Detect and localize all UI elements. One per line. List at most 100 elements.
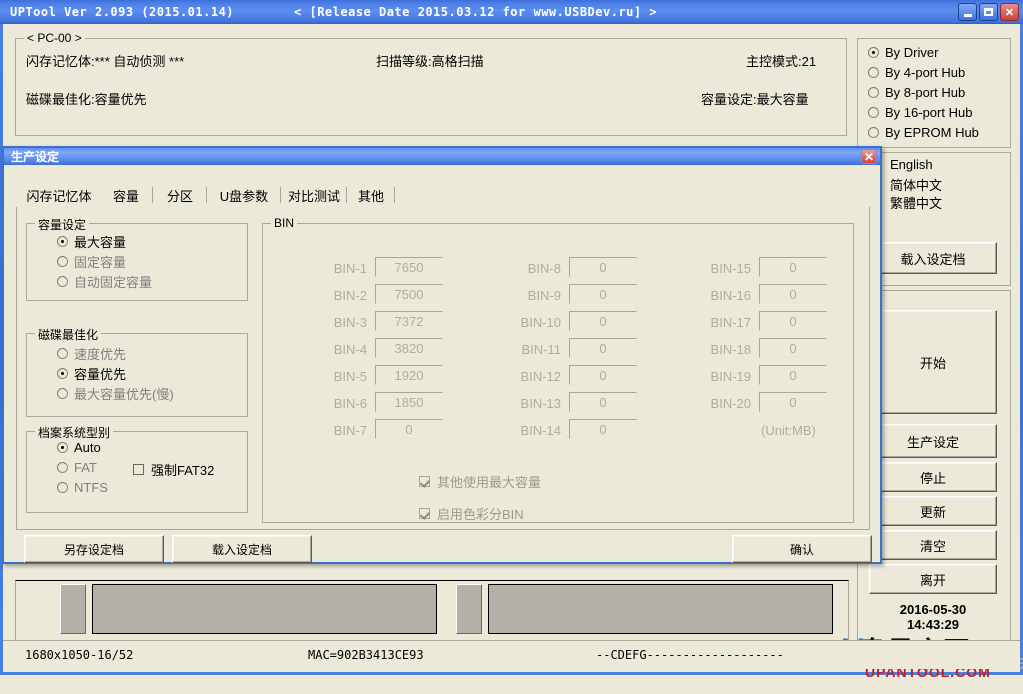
device-port-indicator	[456, 584, 482, 634]
radio-dot-icon	[57, 348, 68, 359]
capacity-setting-group: 容量设定 最大容量 固定容量 自动固定容量	[26, 223, 248, 301]
bin-label: BIN-3	[315, 315, 367, 330]
checkbox-icon	[419, 508, 430, 519]
radio-capacity-priority[interactable]: 容量优先	[57, 364, 126, 383]
bin-label: BIN-19	[693, 369, 751, 384]
dialog-close-button[interactable]: ✕	[861, 149, 877, 164]
capacity-group-legend: 容量设定	[35, 216, 89, 233]
radio-label: By Driver	[885, 45, 938, 60]
checkbox-label: 强制FAT32	[151, 460, 214, 479]
radio-by-driver[interactable]: By Driver	[868, 45, 938, 60]
radio-dot-icon	[868, 47, 879, 58]
radio-fs-ntfs[interactable]: NTFS	[57, 480, 108, 495]
tab-other[interactable]: 其他	[350, 185, 392, 206]
tab-separator	[280, 187, 281, 203]
bin-label: BIN-18	[693, 342, 751, 357]
confirm-button[interactable]: 确认	[732, 535, 872, 563]
bin-value-field[interactable]: 0	[569, 257, 637, 277]
capacity-setting-label: 容量设定:最大容量	[701, 89, 809, 108]
clear-button[interactable]: 清空	[869, 530, 997, 560]
bin-value-field[interactable]: 0	[569, 311, 637, 331]
bin-value-field[interactable]: 3820	[375, 338, 443, 358]
tab-udisk-params[interactable]: U盘参数	[210, 185, 278, 206]
radio-max-capacity[interactable]: 最大容量	[57, 232, 126, 251]
status-mac: MAC=902B3413CE93	[308, 648, 424, 662]
bin-value-field[interactable]: 0	[759, 311, 827, 331]
language-option-simplified-chinese[interactable]: 简体中文	[890, 175, 942, 194]
radio-by-eprom-hub[interactable]: By EPROM Hub	[868, 125, 979, 140]
bin-value-field[interactable]: 7500	[375, 284, 443, 304]
bin-label: BIN-20	[693, 396, 751, 411]
bin-value-field[interactable]: 0	[759, 284, 827, 304]
radio-label: By 4-port Hub	[885, 65, 965, 80]
bin-group: BIN BIN-1 7650 BIN-2 7500 BIN-3 7372 BIN…	[262, 223, 854, 523]
bin-value-field[interactable]: 1920	[375, 365, 443, 385]
bin-label: BIN-17	[693, 315, 751, 330]
close-button[interactable]: ✕	[1000, 3, 1019, 21]
radio-by-16-port-hub[interactable]: By 16-port Hub	[868, 105, 972, 120]
tab-flash-memory[interactable]: 闪存记忆体	[16, 185, 102, 206]
bin-label: BIN-4	[315, 342, 367, 357]
radio-fs-auto[interactable]: Auto	[57, 440, 101, 455]
bin-label: BIN-13	[503, 396, 561, 411]
radio-speed-priority[interactable]: 速度优先	[57, 344, 126, 363]
radio-label: By 8-port Hub	[885, 85, 965, 100]
radio-by-4-port-hub[interactable]: By 4-port Hub	[868, 65, 965, 80]
radio-dot-icon	[868, 87, 879, 98]
language-option-english[interactable]: English	[890, 157, 933, 172]
update-button[interactable]: 更新	[869, 496, 997, 526]
tab-capacity[interactable]: 容量	[102, 185, 150, 206]
checkbox-label: 启用色彩分BIN	[437, 504, 524, 523]
bin-value-field[interactable]: 0	[375, 419, 443, 439]
status-bar: 1680x1050-16/52 MAC=902B3413CE93 --CDEFG…	[3, 640, 1020, 669]
bin-value-field[interactable]: 0	[569, 284, 637, 304]
radio-label: 容量优先	[74, 364, 126, 383]
radio-dot-icon	[57, 236, 68, 247]
tab-partition[interactable]: 分区	[156, 185, 204, 206]
checkbox-others-use-max-capacity[interactable]: 其他使用最大容量	[419, 472, 541, 491]
start-button[interactable]: 开始	[869, 310, 997, 414]
radio-dot-icon	[57, 388, 68, 399]
radio-fixed-capacity[interactable]: 固定容量	[57, 252, 126, 271]
disk-optimize-label: 磁碟最佳化:容量优先	[26, 89, 147, 108]
bin-value-field[interactable]: 0	[759, 338, 827, 358]
tab-compare-test[interactable]: 对比测试	[284, 185, 344, 206]
bin-value-field[interactable]: 0	[569, 392, 637, 412]
maximize-button[interactable]	[979, 3, 998, 21]
bin-value-field[interactable]: 7372	[375, 311, 443, 331]
bin-value-field[interactable]: 7650	[375, 257, 443, 277]
bin-value-field[interactable]: 0	[759, 392, 827, 412]
bin-value-field[interactable]: 0	[569, 338, 637, 358]
load-config-button-dialog[interactable]: 载入设定档	[172, 535, 312, 563]
radio-label: 自动固定容量	[74, 272, 152, 291]
bin-value-field[interactable]: 0	[759, 365, 827, 385]
exit-button[interactable]: 离开	[869, 564, 997, 594]
load-config-button[interactable]: 载入设定档	[869, 242, 997, 274]
bin-group-legend: BIN	[271, 216, 297, 230]
bin-label: BIN-12	[503, 369, 561, 384]
bin-value-field[interactable]: 1850	[375, 392, 443, 412]
save-config-as-button[interactable]: 另存设定档	[24, 535, 164, 563]
radio-label: 速度优先	[74, 344, 126, 363]
radio-label: NTFS	[74, 480, 108, 495]
checkbox-enable-color-bin[interactable]: 启用色彩分BIN	[419, 504, 524, 523]
bin-value-field[interactable]: 0	[569, 365, 637, 385]
main-titlebar: UPTool Ver 2.093 (2015.01.14) < [Release…	[0, 0, 1023, 24]
radio-max-capacity-priority-slow[interactable]: 最大容量优先(慢)	[57, 384, 174, 403]
dialog-tabstrip: 闪存记忆体 容量 分区 U盘参数 对比测试 其他	[16, 185, 868, 208]
production-settings-button[interactable]: 生产设定	[869, 424, 997, 458]
minimize-button[interactable]	[958, 3, 977, 21]
checkbox-force-fat32[interactable]: 强制FAT32	[133, 460, 214, 479]
stop-button[interactable]: 停止	[869, 462, 997, 492]
radio-fs-fat[interactable]: FAT	[57, 460, 97, 475]
radio-label: 固定容量	[74, 252, 126, 271]
checkbox-icon	[133, 464, 144, 475]
language-option-traditional-chinese[interactable]: 繁體中文	[890, 193, 942, 212]
bin-label: BIN-16	[693, 288, 751, 303]
radio-auto-fixed-capacity[interactable]: 自动固定容量	[57, 272, 152, 291]
bin-value-field[interactable]: 0	[569, 419, 637, 439]
radio-label: By EPROM Hub	[885, 125, 979, 140]
bin-value-field[interactable]: 0	[759, 257, 827, 277]
optimize-group-legend: 磁碟最佳化	[35, 326, 101, 343]
radio-by-8-port-hub[interactable]: By 8-port Hub	[868, 85, 965, 100]
